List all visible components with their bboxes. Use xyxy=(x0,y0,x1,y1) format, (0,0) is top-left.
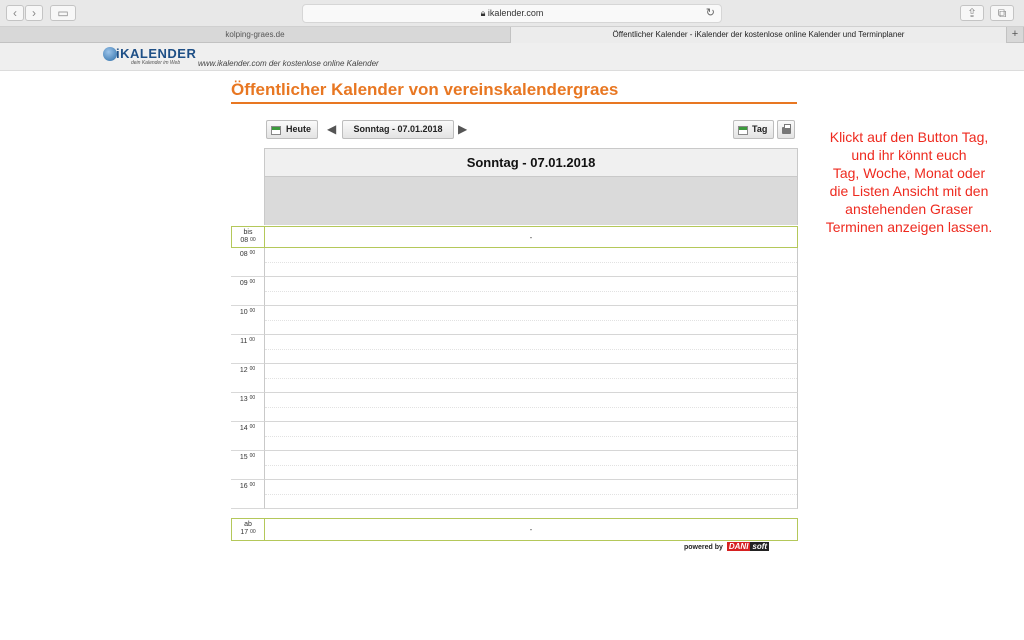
forward-button[interactable]: › xyxy=(25,5,43,21)
address-text: ikalender.com xyxy=(487,8,544,18)
hour-slot[interactable] xyxy=(264,248,798,277)
annotation-line: Klickt auf den Button Tag, xyxy=(829,129,989,145)
hour-row[interactable]: 11 00 xyxy=(231,335,798,364)
hour-row[interactable]: 15 00 xyxy=(231,451,798,480)
annotation-line: Tag, Woche, Monat oder xyxy=(832,165,986,181)
share-button[interactable]: ⇪ xyxy=(960,5,984,21)
address-bar[interactable]: 🔒︎ ikalender.com ↻ xyxy=(302,4,722,23)
all-day-area[interactable] xyxy=(264,177,798,225)
danisoft-logo-a: DANI xyxy=(726,542,751,551)
next-day-button[interactable]: ▶ xyxy=(458,122,467,136)
hour-slot[interactable] xyxy=(264,277,798,306)
back-button[interactable]: ‹ xyxy=(6,5,24,21)
hour-row[interactable]: 09 00 xyxy=(231,277,798,306)
logo-tagline: dein Kalender im Web xyxy=(131,60,181,66)
hour-slot[interactable] xyxy=(264,306,798,335)
tab-ikalender[interactable]: Öffentlicher Kalender - iKalender der ko… xyxy=(511,27,1007,43)
triangle-left-icon: ◀ xyxy=(327,122,337,136)
time-label: ab 17 00 xyxy=(232,519,265,540)
before-hours-row[interactable]: bis 08 00 - xyxy=(231,226,798,248)
calendar-icon xyxy=(271,126,281,135)
annotation-line: und ihr könnt euch xyxy=(851,147,967,163)
hour-label: 15 00 xyxy=(231,451,264,480)
logo-text[interactable]: iKALENDER xyxy=(116,46,196,61)
hour-label: 09 00 xyxy=(231,277,264,306)
site-url-text: www.ikalender.com der kostenlose online … xyxy=(198,59,379,68)
danisoft-logo-b: soft xyxy=(750,542,770,551)
hour-row[interactable]: 12 00 xyxy=(231,364,798,393)
page-title: Öffentlicher Kalender von vereinskalende… xyxy=(231,80,797,104)
logo-icon xyxy=(103,47,117,61)
hour-label: 14 00 xyxy=(231,422,264,451)
row-placeholder: - xyxy=(529,525,533,534)
lock-icon: 🔒︎ xyxy=(480,8,486,18)
hour-label: 11 00 xyxy=(231,335,264,364)
tab-bar: kolping-graes.de Öffentlicher Kalender -… xyxy=(0,27,1024,43)
hour-slot[interactable] xyxy=(264,335,798,364)
hour-slot[interactable] xyxy=(264,364,798,393)
hour-slot[interactable] xyxy=(264,393,798,422)
hour-row[interactable]: 10 00 xyxy=(231,306,798,335)
row-placeholder: - xyxy=(529,233,533,242)
hour-row[interactable]: 08 00 xyxy=(231,248,798,277)
site-header: iKALENDER dein Kalender im Web www.ikale… xyxy=(0,43,1024,71)
view-day-button[interactable]: Tag xyxy=(733,120,774,139)
hour-slot[interactable] xyxy=(264,480,798,509)
prev-day-button[interactable]: ◀ xyxy=(327,122,336,136)
annotation-line: Terminen anzeigen lassen. xyxy=(825,219,993,235)
hour-row[interactable]: 14 00 xyxy=(231,422,798,451)
share-icon: ⇪ xyxy=(966,6,978,20)
powered-by[interactable]: powered by DANI soft xyxy=(684,542,770,551)
tabs-icon: ⧉ xyxy=(997,6,1007,20)
calendar-icon xyxy=(738,126,748,135)
hour-label: 10 00 xyxy=(231,306,264,335)
annotation-note: Klickt auf den Button Tag, und ihr könnt … xyxy=(806,128,1012,236)
hour-slot[interactable] xyxy=(264,451,798,480)
printer-icon xyxy=(782,124,791,134)
hour-label: 12 00 xyxy=(231,364,264,393)
print-button[interactable] xyxy=(777,120,795,139)
triangle-right-icon: ▶ xyxy=(458,122,468,136)
tab-kolping[interactable]: kolping-graes.de xyxy=(0,27,511,43)
after-hours-row[interactable]: ab 17 00 - xyxy=(231,518,798,541)
chevron-right-icon: › xyxy=(32,6,36,20)
sidebar-icon: ▭ xyxy=(57,6,69,20)
time-label: bis 08 00 xyxy=(232,227,265,247)
hour-label: 08 00 xyxy=(231,248,264,277)
annotation-line: anstehenden Graser xyxy=(845,201,973,217)
date-picker-button[interactable]: Sonntag - 07.01.2018 xyxy=(342,120,454,139)
hour-grid: 08 00 09 00 10 00 11 00 12 00 13 00 14 00 15 00… xyxy=(231,248,798,509)
view-label: Tag xyxy=(752,124,768,134)
today-button[interactable]: Heute xyxy=(266,120,318,139)
tabs-overview-button[interactable]: ⧉ xyxy=(990,5,1014,21)
reload-icon[interactable]: ↻ xyxy=(706,5,715,22)
day-header: Sonntag - 07.01.2018 xyxy=(264,148,798,177)
hour-label: 16 00 xyxy=(231,480,264,509)
hour-row[interactable]: 13 00 xyxy=(231,393,798,422)
new-tab-button[interactable]: + xyxy=(1007,27,1024,43)
annotation-line: die Listen Ansicht mit den xyxy=(829,183,989,199)
hour-label: 13 00 xyxy=(231,393,264,422)
hour-row[interactable]: 16 00 xyxy=(231,480,798,509)
browser-toolbar: ‹ › ▭ 🔒︎ ikalender.com ↻ ⇪ ⧉ xyxy=(0,0,1024,27)
chevron-left-icon: ‹ xyxy=(13,6,17,20)
sidebar-button[interactable]: ▭ xyxy=(50,5,76,21)
today-label: Heute xyxy=(286,124,312,134)
hour-slot[interactable] xyxy=(264,422,798,451)
